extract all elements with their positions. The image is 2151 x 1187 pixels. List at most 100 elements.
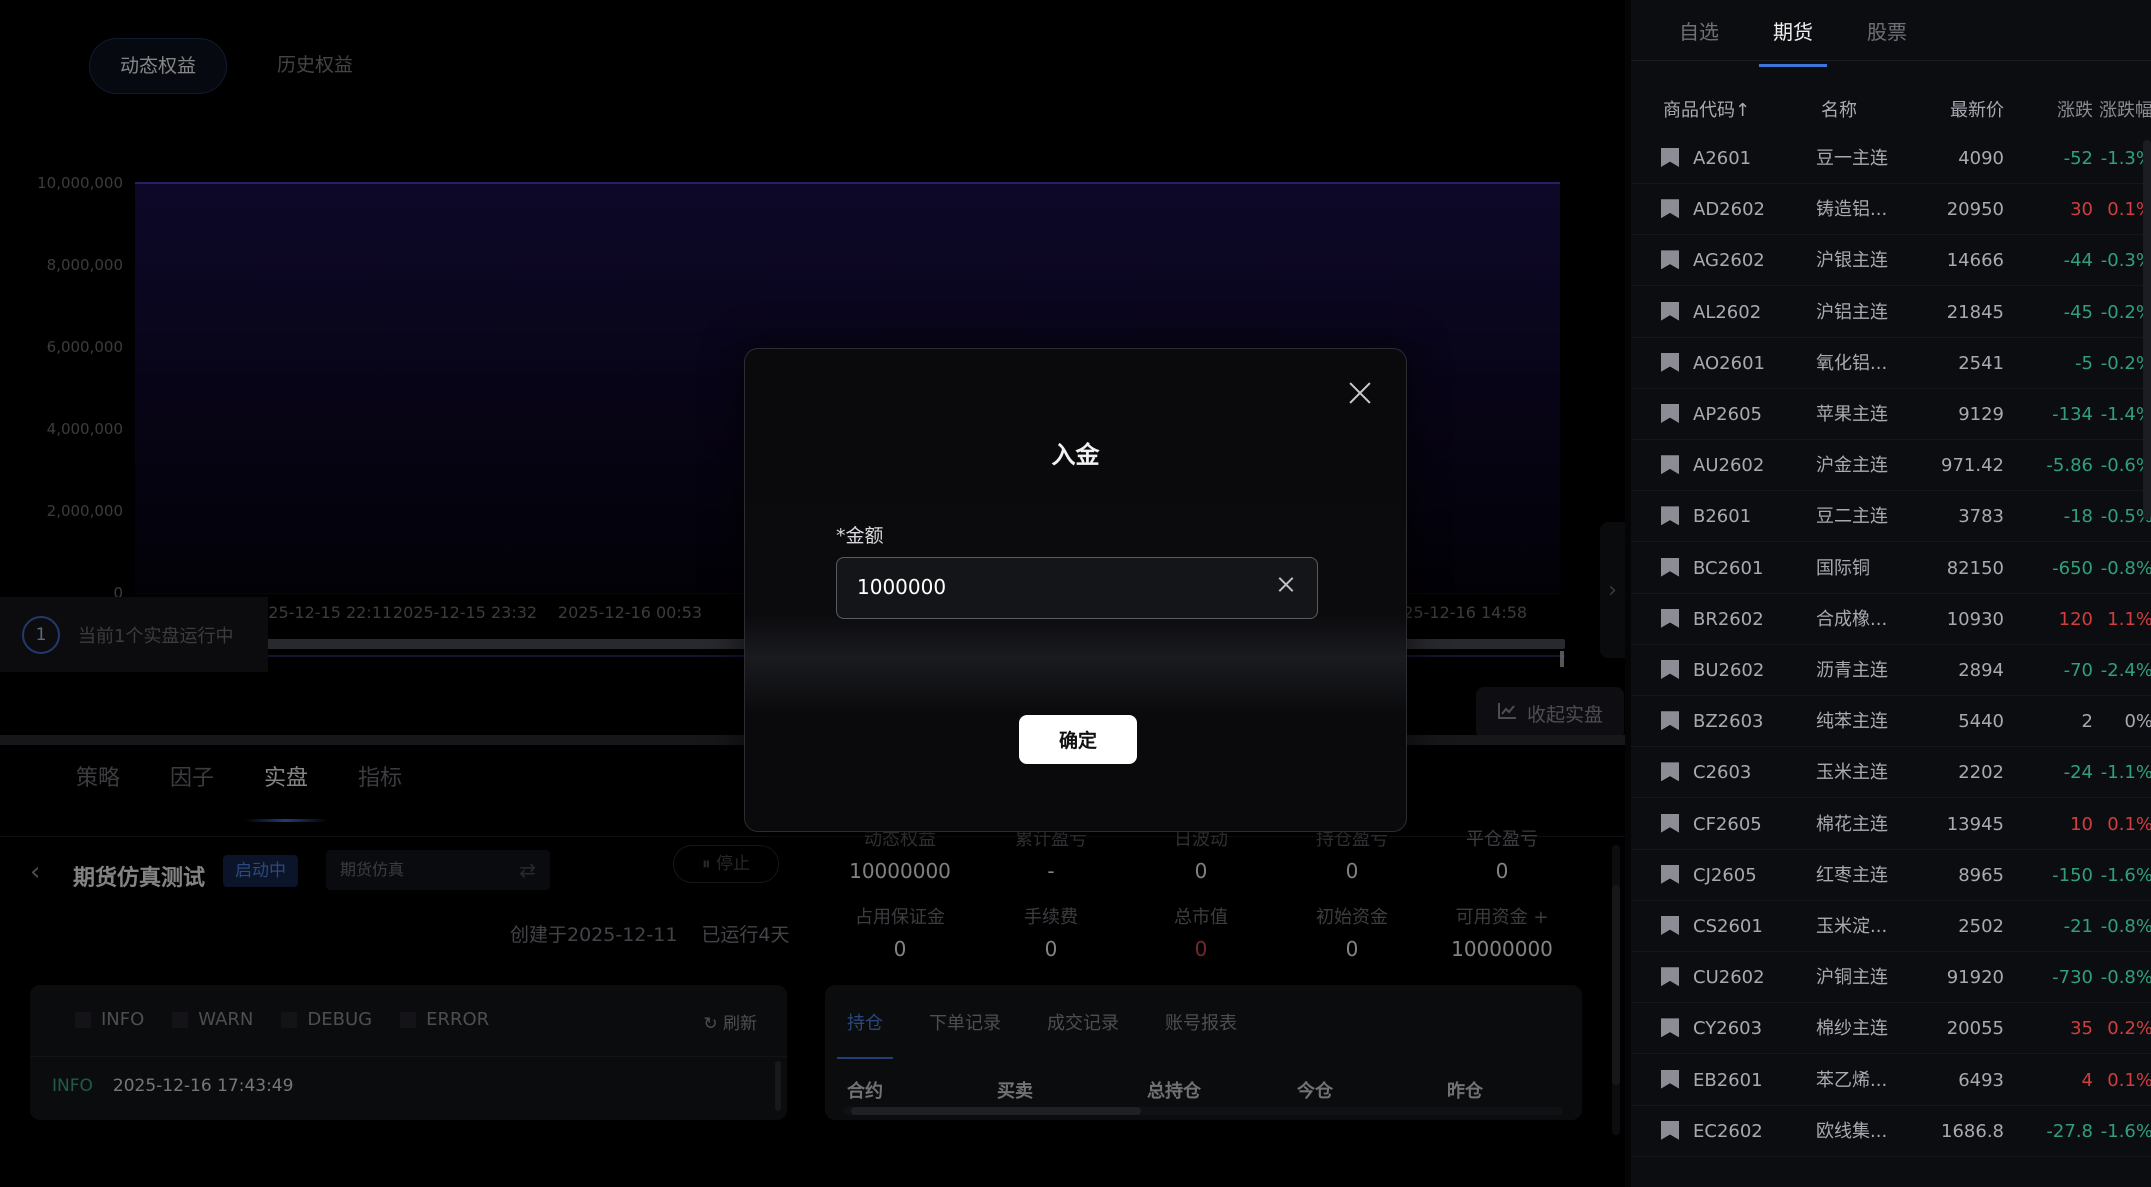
quote-code: A2601 xyxy=(1693,148,1752,169)
quote-change-pct: 0% xyxy=(2124,711,2151,733)
tab-stocks[interactable]: 股票 xyxy=(1867,0,1907,67)
quote-price: 91920 xyxy=(1946,967,2004,989)
quote-row[interactable]: EC2602 欧线集... 1686.8 -27.8 -1.6% xyxy=(1631,1106,2151,1157)
bookmark-icon[interactable] xyxy=(1661,952,1685,1003)
quote-row[interactable]: BR2602 合成橡... 10930 120 1.1% xyxy=(1631,594,2151,645)
quote-price: 2894 xyxy=(1958,660,2004,681)
quote-change-pct: -0.8% xyxy=(2100,916,2151,937)
bookmark-icon[interactable] xyxy=(1661,133,1685,184)
quote-row[interactable]: B2601 豆二主连 3783 -18 -0.5% xyxy=(1631,491,2151,543)
quote-change: -5 xyxy=(2075,352,2093,374)
bookmark-icon[interactable] xyxy=(1661,850,1685,901)
quote-name: 豆二主连 xyxy=(1816,506,1888,528)
quote-row[interactable]: C2603 玉米主连 2202 -24 -1.1% xyxy=(1631,747,2151,799)
quote-code: BU2602 xyxy=(1693,660,1765,681)
tab-watchlist[interactable]: 自选 xyxy=(1679,0,1719,67)
quote-price: 20055 xyxy=(1946,1018,2004,1040)
bookmark-icon[interactable] xyxy=(1661,747,1685,798)
quote-name: 沪银主连 xyxy=(1816,250,1888,272)
quote-name: 国际铜 xyxy=(1816,557,1870,579)
quote-row[interactable]: AU2602 沪金主连 971.42 -5.86 -0.6% xyxy=(1631,440,2151,492)
quote-code: AO2601 xyxy=(1693,352,1765,374)
bookmark-icon[interactable] xyxy=(1661,543,1685,594)
quote-row[interactable]: AL2602 沪铝主连 21845 -45 -0.2% xyxy=(1631,287,2151,338)
quote-row[interactable]: BC2601 国际铜 82150 -650 -0.8% xyxy=(1631,543,2151,594)
amount-input[interactable] xyxy=(857,558,1257,616)
modal-title: 入金 xyxy=(1051,441,1100,469)
bookmark-icon[interactable] xyxy=(1661,901,1685,952)
quote-row[interactable]: CY2603 棉纱主连 20055 35 0.2% xyxy=(1631,1003,2151,1055)
quote-price: 971.42 xyxy=(1941,455,2004,477)
quote-change: -18 xyxy=(2063,506,2093,528)
quote-row[interactable]: AO2601 氧化铝... 2541 -5 -0.2% xyxy=(1631,338,2151,389)
close-icon[interactable] xyxy=(1348,381,1372,405)
bookmark-icon[interactable] xyxy=(1661,287,1685,338)
quote-change: 30 xyxy=(2070,199,2093,221)
quote-row[interactable]: CF2605 棉花主连 13945 10 0.1% xyxy=(1631,799,2151,850)
quote-row[interactable]: A2601 豆一主连 4090 -52 -1.3% xyxy=(1631,133,2151,184)
quote-change: 4 xyxy=(2081,1069,2093,1091)
quote-price: 2202 xyxy=(1958,762,2004,784)
quote-change-pct: 1.1% xyxy=(2107,608,2151,630)
quote-change: -650 xyxy=(2052,557,2093,579)
quote-change: -21 xyxy=(2063,916,2093,937)
amount-label: *金额 xyxy=(836,525,884,547)
quote-row[interactable]: AP2605 苹果主连 9129 -134 -1.4% xyxy=(1631,389,2151,440)
bookmark-icon[interactable] xyxy=(1661,184,1685,235)
quote-price: 9129 xyxy=(1958,404,2004,425)
quote-code: B2601 xyxy=(1693,506,1752,528)
quote-change: -52 xyxy=(2063,148,2093,169)
quote-row[interactable]: BZ2603 纯苯主连 5440 2 0% xyxy=(1631,696,2151,748)
market-panel: 自选 期货 股票 商品代码↑ 名称 最新价 涨跌 涨跌幅 A2601 豆一主连 40… xyxy=(1625,0,2151,1187)
bookmark-icon[interactable] xyxy=(1661,338,1685,389)
quote-name: 苯乙烯... xyxy=(1816,1069,1888,1091)
bookmark-icon[interactable] xyxy=(1661,491,1685,542)
quote-row[interactable]: EB2601 苯乙烯... 6493 4 0.1% xyxy=(1631,1055,2151,1106)
bookmark-icon[interactable] xyxy=(1661,799,1685,850)
amount-field[interactable] xyxy=(836,557,1318,619)
quote-code: AD2602 xyxy=(1693,199,1765,221)
quote-change: -45 xyxy=(2063,301,2093,323)
quote-code: CJ2605 xyxy=(1693,864,1757,886)
bookmark-icon[interactable] xyxy=(1661,235,1685,286)
bookmark-icon[interactable] xyxy=(1661,1055,1685,1106)
bookmark-icon[interactable] xyxy=(1661,1003,1685,1054)
confirm-button[interactable]: 确定 xyxy=(1019,715,1137,764)
market-scrollbar[interactable] xyxy=(2143,140,2151,520)
header-name: 名称 xyxy=(1821,100,1857,121)
bookmark-icon[interactable] xyxy=(1661,1106,1685,1157)
bookmark-icon[interactable] xyxy=(1661,696,1685,747)
quote-code: AP2605 xyxy=(1693,404,1762,425)
quote-price: 82150 xyxy=(1946,557,2004,579)
quote-price: 14666 xyxy=(1946,250,2004,272)
quote-row[interactable]: AD2602 铸造铝... 20950 30 0.1% xyxy=(1631,184,2151,236)
quote-row[interactable]: CU2602 沪铜主连 91920 -730 -0.8% xyxy=(1631,952,2151,1004)
bookmark-icon[interactable] xyxy=(1661,389,1685,440)
quote-code: EC2602 xyxy=(1693,1120,1763,1142)
quote-change-pct: -0.8% xyxy=(2100,557,2151,579)
quote-name: 纯苯主连 xyxy=(1816,711,1888,733)
clear-icon[interactable] xyxy=(1275,574,1297,596)
quote-price: 10930 xyxy=(1946,608,2004,630)
quote-row[interactable]: AG2602 沪银主连 14666 -44 -0.3% xyxy=(1631,235,2151,287)
header-code[interactable]: 商品代码↑ xyxy=(1663,96,1750,126)
market-tabs-divider xyxy=(1631,60,2151,61)
quote-code: BR2602 xyxy=(1693,608,1764,630)
quote-row[interactable]: CJ2605 红枣主连 8965 -150 -1.6% xyxy=(1631,850,2151,901)
quote-change-pct: 0.2% xyxy=(2107,1018,2151,1040)
quote-code: BC2601 xyxy=(1693,557,1764,579)
quote-price: 5440 xyxy=(1958,711,2004,733)
tab-futures[interactable]: 期货 xyxy=(1759,0,1827,67)
quote-price: 1686.8 xyxy=(1941,1120,2004,1142)
deposit-modal: 入金 *金额 确定 xyxy=(744,348,1407,832)
quote-change: 2 xyxy=(2081,711,2093,733)
quote-row[interactable]: CS2601 玉米淀... 2502 -21 -0.8% xyxy=(1631,901,2151,952)
bookmark-icon[interactable] xyxy=(1661,440,1685,491)
bookmark-icon[interactable] xyxy=(1661,645,1685,696)
quote-row[interactable]: BU2602 沥青主连 2894 -70 -2.4% xyxy=(1631,645,2151,696)
quote-price: 20950 xyxy=(1946,199,2004,221)
bookmark-icon[interactable] xyxy=(1661,594,1685,645)
quote-name: 沪金主连 xyxy=(1816,455,1888,477)
quote-change-pct: 0.1% xyxy=(2107,813,2151,835)
quote-change: -24 xyxy=(2063,762,2093,784)
